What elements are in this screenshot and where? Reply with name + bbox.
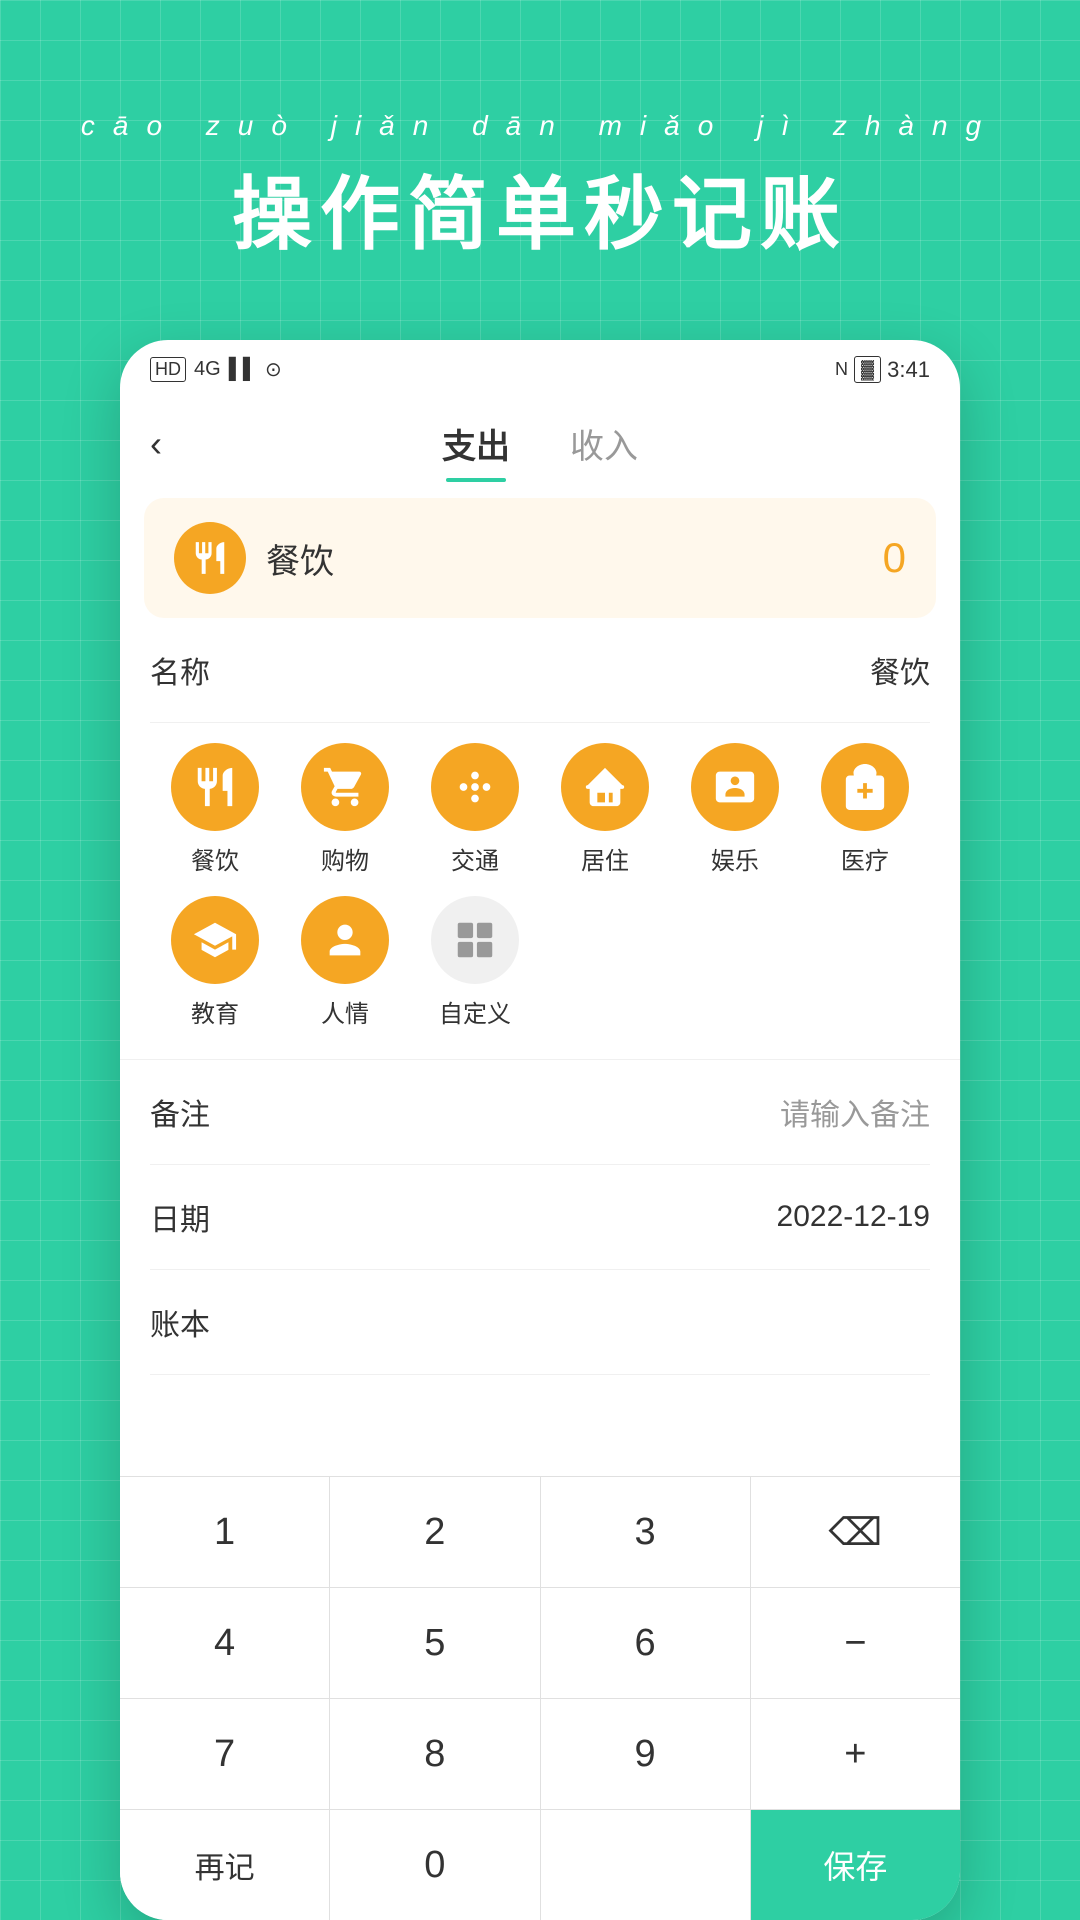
back-button[interactable]: ‹ [150, 423, 162, 465]
key-3[interactable]: 3 [541, 1477, 751, 1587]
key-0[interactable]: 0 [330, 1810, 540, 1920]
amount-display: 餐饮 0 [144, 498, 936, 618]
category-housing-label: 居住 [581, 841, 629, 876]
key-8[interactable]: 8 [330, 1699, 540, 1809]
phone-mockup: HD 4G ▌▌ ⊙ N ▓ 3:41 ‹ 支出 收入 餐饮 0 名称 餐 [120, 340, 960, 1920]
name-label: 名称 [150, 648, 210, 692]
category-transport-label: 交通 [451, 841, 499, 876]
key-7[interactable]: 7 [120, 1699, 330, 1809]
numpad: 1 2 3 ⌫ 4 5 6 − 7 8 9 + 再记 0 保存 [120, 1476, 960, 1920]
category-education-label: 教育 [191, 994, 239, 1029]
category-entertainment-label: 娱乐 [711, 841, 759, 876]
network-bars: ▌▌ [229, 358, 257, 381]
category-icon-food [174, 522, 246, 594]
date-row[interactable]: 日期 2022-12-19 [150, 1165, 930, 1270]
date-value: 2022-12-19 [777, 1200, 930, 1234]
numpad-row-2: 4 5 6 − [120, 1588, 960, 1699]
time-display: 3:41 [887, 357, 930, 383]
remark-row[interactable]: 备注 请输入备注 [150, 1060, 930, 1165]
status-right: N ▓ 3:41 [835, 356, 930, 383]
key-backspace[interactable]: ⌫ [751, 1477, 960, 1587]
category-education-circle [171, 896, 259, 984]
name-row: 名称 餐饮 [150, 618, 930, 723]
key-6[interactable]: 6 [541, 1588, 751, 1698]
date-label: 日期 [150, 1195, 210, 1239]
header-section: cāo zuò jiǎn dān miǎo jì zhàng 操作简单秒记账 [0, 0, 1080, 326]
key-re-record[interactable]: 再记 [120, 1810, 330, 1920]
category-education[interactable]: 教育 [150, 896, 280, 1029]
category-social[interactable]: 人情 [280, 896, 410, 1029]
battery-icon: ▓ [854, 356, 881, 383]
nfc-icon: N [835, 359, 848, 380]
category-transport-circle [431, 743, 519, 831]
category-medical-label: 医疗 [841, 841, 889, 876]
backspace-icon: ⌫ [829, 1510, 883, 1555]
main-title: 操作简单秒记账 [0, 150, 1080, 266]
key-plus[interactable]: + [751, 1699, 960, 1809]
signal-icon: 4G [194, 358, 221, 381]
book-label: 账本 [150, 1300, 210, 1344]
category-housing-circle [561, 743, 649, 831]
status-left: HD 4G ▌▌ ⊙ [150, 357, 282, 382]
key-5[interactable]: 5 [330, 1588, 540, 1698]
category-medical-circle [821, 743, 909, 831]
category-social-label: 人情 [321, 994, 369, 1029]
remark-label: 备注 [150, 1090, 210, 1134]
key-2[interactable]: 2 [330, 1477, 540, 1587]
form-section: 名称 餐饮 [120, 618, 960, 723]
key-1[interactable]: 1 [120, 1477, 330, 1587]
category-entertainment-circle [691, 743, 779, 831]
key-save[interactable]: 保存 [751, 1810, 960, 1920]
category-shopping[interactable]: 购物 [280, 743, 410, 876]
category-grid: 餐饮 购物 交通 居住 娱乐 [120, 723, 960, 1060]
name-value: 餐饮 [870, 648, 930, 692]
key-empty [541, 1810, 751, 1920]
status-bar: HD 4G ▌▌ ⊙ N ▓ 3:41 [120, 340, 960, 393]
wifi-icon: ⊙ [265, 357, 282, 382]
category-shopping-label: 购物 [321, 841, 369, 876]
tab-income[interactable]: 收入 [540, 409, 668, 478]
category-entertainment[interactable]: 娱乐 [670, 743, 800, 876]
remark-value: 请输入备注 [780, 1090, 930, 1134]
form-section-2: 备注 请输入备注 日期 2022-12-19 账本 [120, 1060, 960, 1375]
tab-bar: ‹ 支出 收入 [120, 393, 960, 478]
tab-expense[interactable]: 支出 [412, 409, 540, 478]
category-custom[interactable]: 自定义 [410, 896, 540, 1029]
key-4[interactable]: 4 [120, 1588, 330, 1698]
category-food[interactable]: 餐饮 [150, 743, 280, 876]
category-housing[interactable]: 居住 [540, 743, 670, 876]
key-9[interactable]: 9 [541, 1699, 751, 1809]
category-medical[interactable]: 医疗 [800, 743, 930, 876]
book-row[interactable]: 账本 [150, 1270, 930, 1375]
numpad-row-1: 1 2 3 ⌫ [120, 1477, 960, 1588]
amount-value: 0 [883, 534, 906, 582]
category-custom-circle [431, 896, 519, 984]
numpad-row-3: 7 8 9 + [120, 1699, 960, 1810]
amount-category-label: 餐饮 [266, 534, 863, 583]
category-social-circle [301, 896, 389, 984]
category-food-label: 餐饮 [191, 841, 239, 876]
numpad-row-4: 再记 0 保存 [120, 1810, 960, 1920]
category-food-circle [171, 743, 259, 831]
pinyin-text: cāo zuò jiǎn dān miǎo jì zhàng [0, 110, 1080, 142]
key-minus[interactable]: − [751, 1588, 960, 1698]
category-transport[interactable]: 交通 [410, 743, 540, 876]
hd-badge: HD [150, 357, 186, 382]
category-custom-label: 自定义 [439, 994, 511, 1029]
category-shopping-circle [301, 743, 389, 831]
